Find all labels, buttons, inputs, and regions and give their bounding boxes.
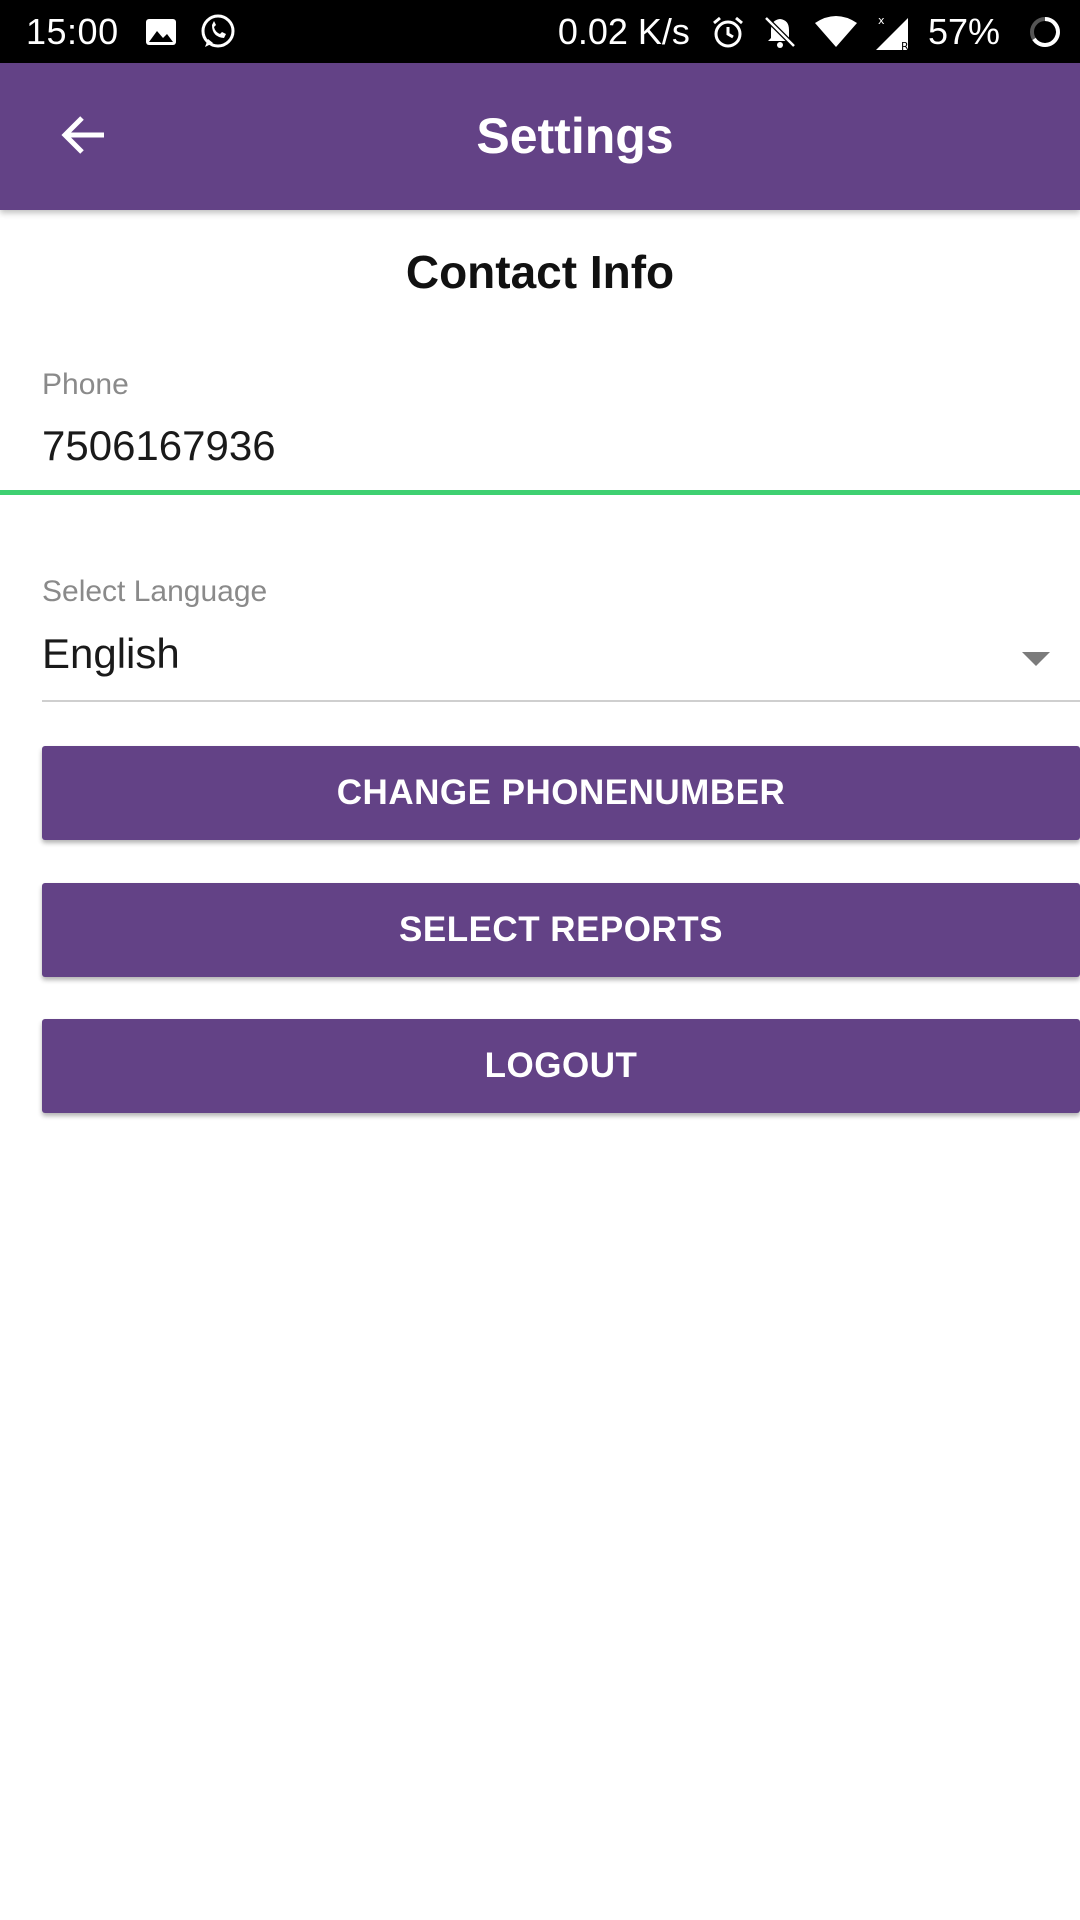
phone-underline	[0, 490, 1080, 495]
language-select[interactable]	[42, 560, 1080, 700]
status-bar-left: 15:00	[26, 0, 259, 63]
battery-icon	[1028, 15, 1062, 49]
alarm-icon	[710, 14, 746, 50]
svg-text:R: R	[901, 40, 909, 52]
whatsapp-icon	[199, 13, 237, 51]
wifi-icon	[814, 15, 858, 49]
status-time: 15:00	[26, 10, 119, 52]
app-bar: Settings	[0, 63, 1080, 210]
language-underline	[42, 700, 1080, 702]
phone-field[interactable]: 7506167936	[42, 422, 276, 470]
svg-text:x: x	[878, 14, 885, 27]
status-bar: 15:00 0.02 K/s x R 57%	[0, 0, 1080, 63]
select-reports-button[interactable]: SELECT REPORTS	[42, 883, 1080, 977]
logout-button[interactable]: LOGOUT	[42, 1019, 1080, 1113]
phone-label: Phone	[42, 368, 129, 401]
bell-off-icon	[762, 14, 798, 50]
change-phone-number-button[interactable]: CHANGE PHONENUMBER	[42, 746, 1080, 840]
battery-percent: 57%	[927, 10, 1000, 52]
dropdown-arrow-icon	[1022, 652, 1050, 666]
section-title: Contact Info	[405, 246, 675, 298]
status-bar-right: 0.02 K/s x R 57%	[558, 0, 1062, 63]
signal-icon: x R	[874, 12, 914, 52]
image-icon	[145, 18, 177, 46]
page-title: Settings	[476, 108, 674, 164]
network-speed: 0.02 K/s	[557, 10, 690, 52]
